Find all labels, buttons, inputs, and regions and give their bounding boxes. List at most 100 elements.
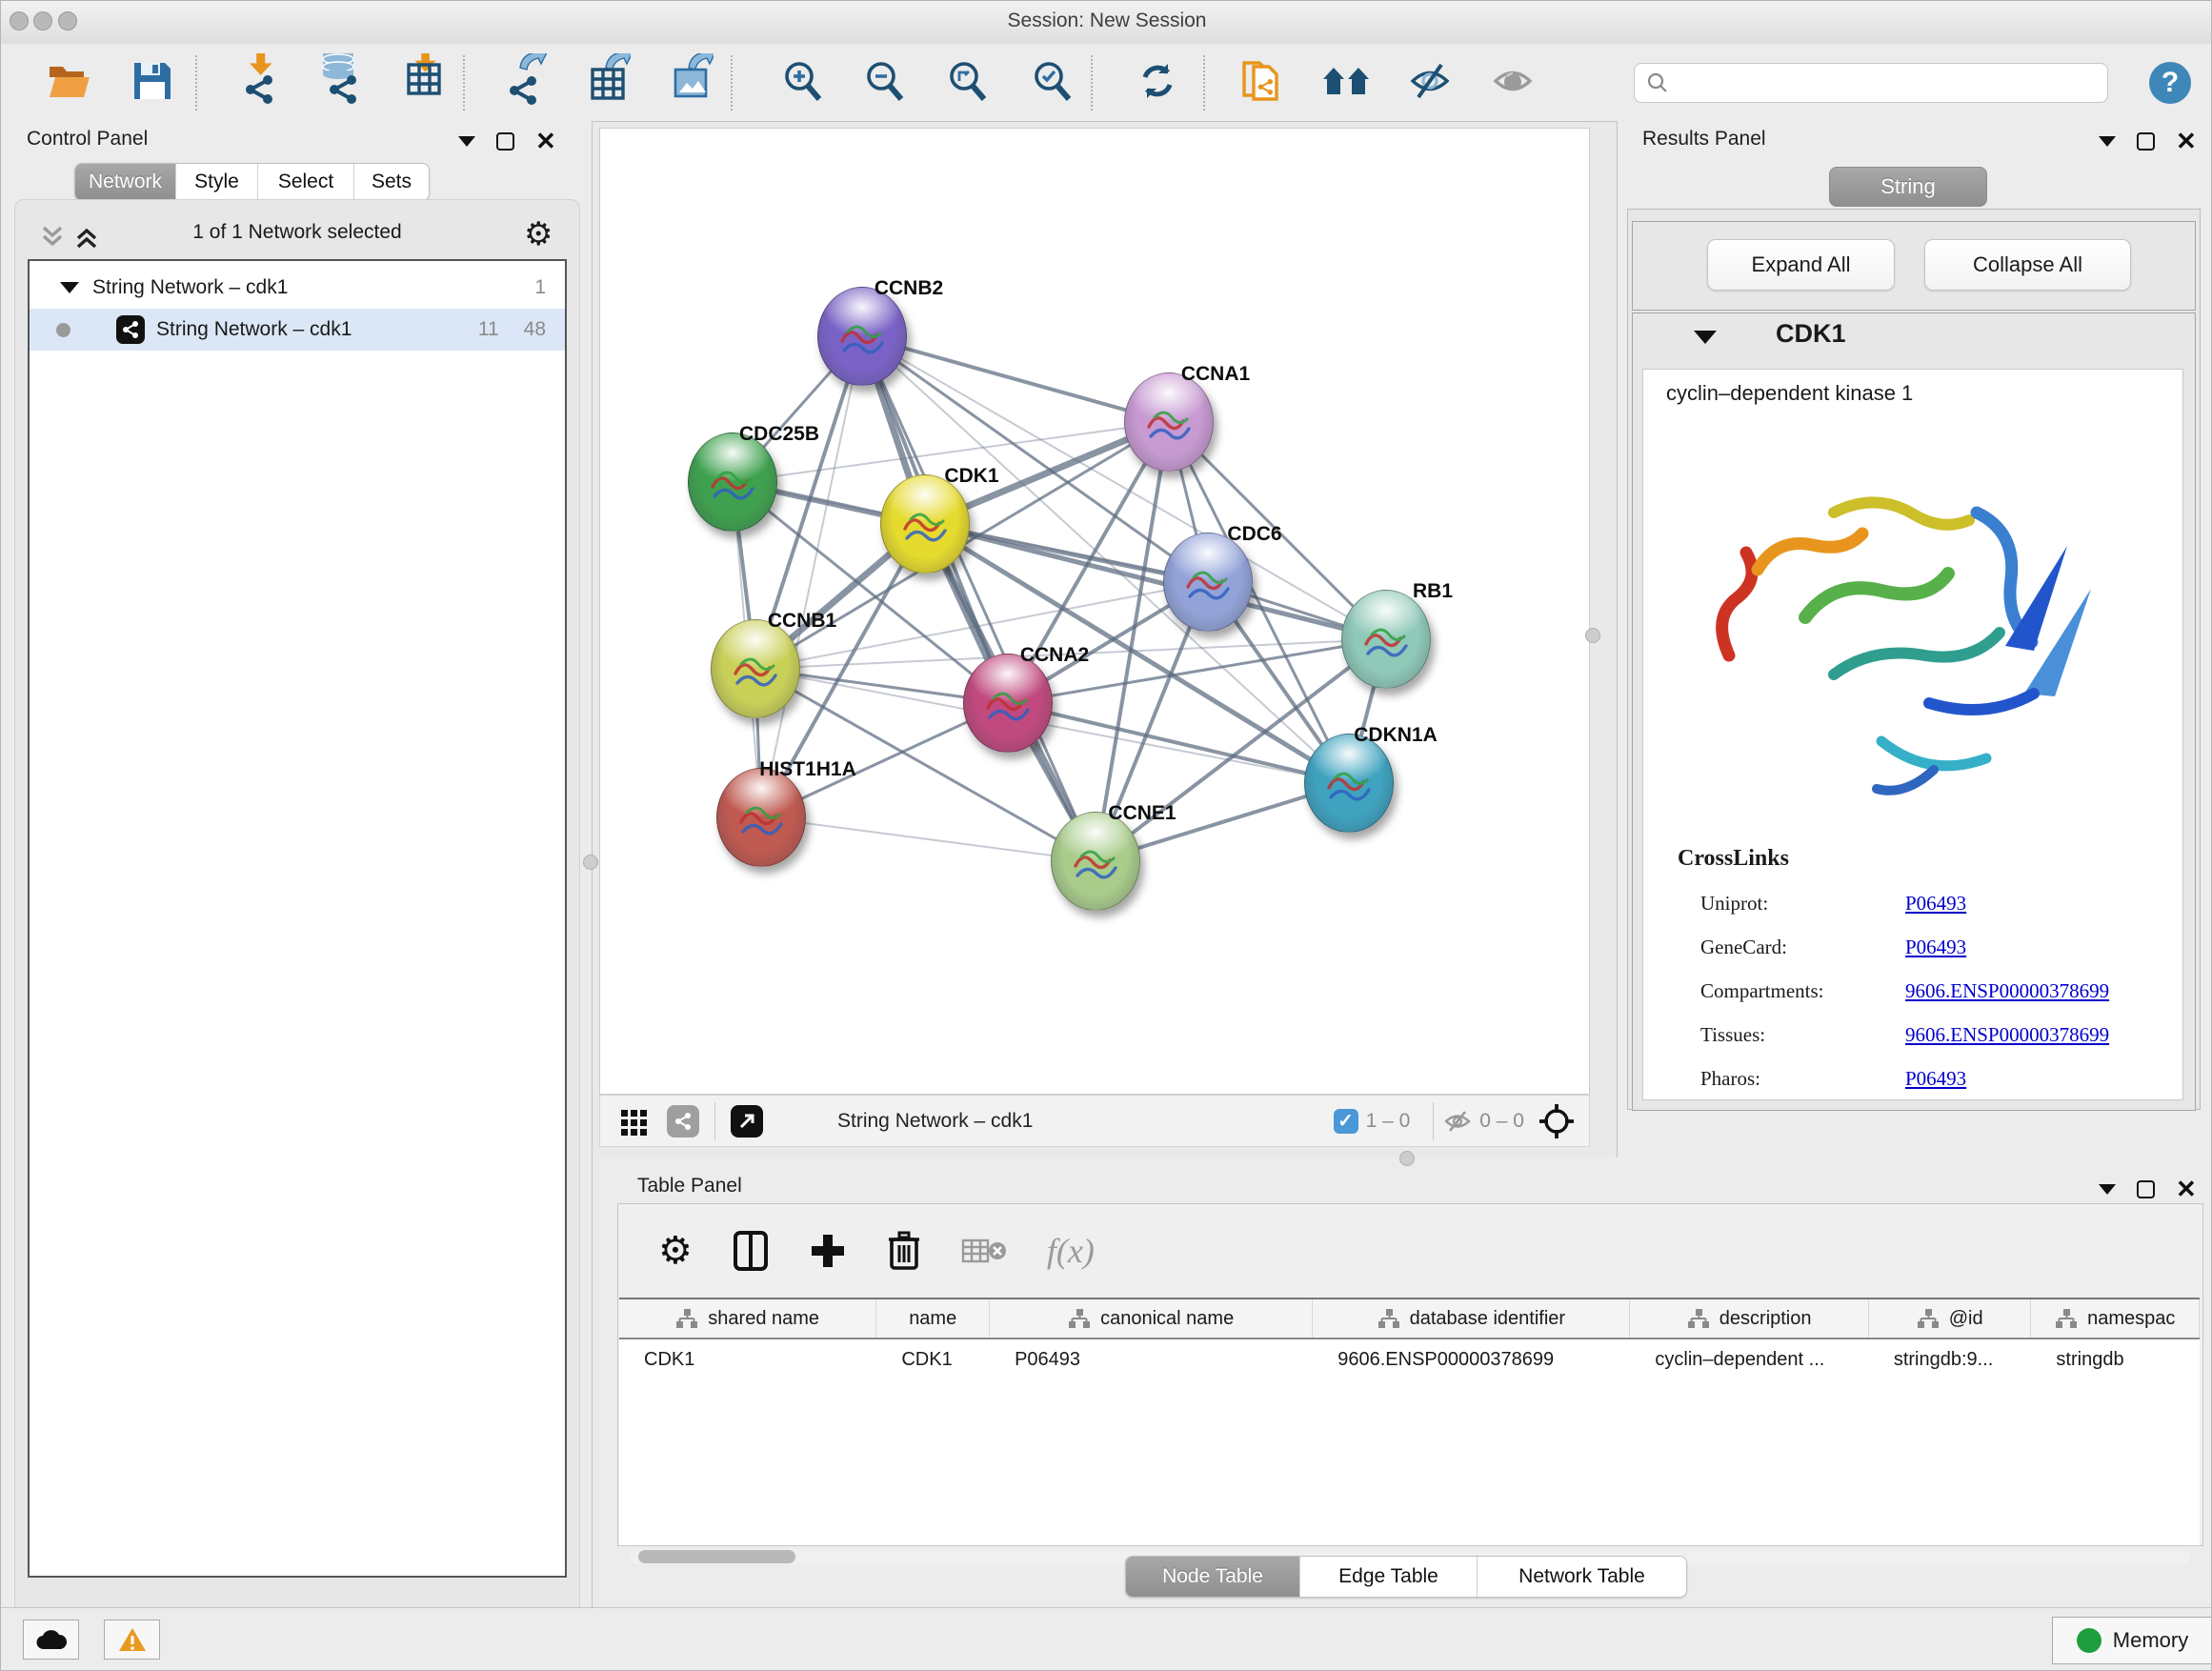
panel-menu-icon[interactable]: [2099, 136, 2116, 147]
tab-node-table[interactable]: Node Table: [1126, 1557, 1300, 1597]
zoom-selected-button[interactable]: [1028, 59, 1076, 107]
zoom-selected-icon: [1031, 60, 1073, 107]
search-input[interactable]: [1634, 63, 2108, 103]
table-cell[interactable]: CDK1: [619, 1339, 876, 1379]
zoom-in-button[interactable]: [778, 59, 826, 107]
clear-table-icon[interactable]: [961, 1235, 1007, 1267]
refresh-network-button[interactable]: [1134, 59, 1181, 107]
export-network-button[interactable]: [501, 59, 549, 107]
show-all-button[interactable]: [1489, 59, 1537, 107]
open-session-button[interactable]: [45, 59, 92, 107]
column-header-namespac[interactable]: namespac: [2031, 1299, 2200, 1338]
table-cell[interactable]: CDK1: [876, 1339, 990, 1379]
help-button[interactable]: ?: [2146, 59, 2194, 107]
network-canvas[interactable]: CCNB2 CCNA1 CDC25B CDK1 CDC6 RB1: [599, 128, 1590, 1095]
network-from-selection-button[interactable]: [1237, 59, 1285, 107]
node-CCNA2[interactable]: [963, 654, 1053, 753]
table-row[interactable]: CDK1CDK1P064939606.ENSP00000378699cyclin…: [619, 1339, 2200, 1379]
column-header-description[interactable]: description: [1630, 1299, 1868, 1338]
birds-eye-view-icon[interactable]: [731, 1105, 763, 1137]
node-CCNB1[interactable]: [711, 619, 800, 718]
crosslink-value-link[interactable]: 9606.ENSP00000378699: [1905, 1023, 2109, 1046]
collapse-all-button[interactable]: Collapse All: [1924, 239, 2131, 291]
edge-CCNB2-CCNE1[interactable]: [862, 336, 1096, 861]
column-header-name[interactable]: name: [876, 1299, 990, 1338]
edge-CDK1-RB1[interactable]: [925, 524, 1386, 639]
close-panel-icon[interactable]: ✕: [535, 132, 556, 151]
import-network-file-button[interactable]: [236, 59, 284, 107]
close-panel-icon[interactable]: ✕: [2176, 132, 2197, 151]
node-HIST1H1A[interactable]: [716, 768, 806, 867]
first-neighbors-button[interactable]: [1322, 59, 1370, 107]
bottom-splitter-handle[interactable]: [1399, 1151, 1415, 1166]
tab-edge-table[interactable]: Edge Table: [1300, 1557, 1478, 1597]
close-panel-icon[interactable]: ✕: [2176, 1180, 2197, 1198]
table-settings-gear-icon[interactable]: ⚙: [658, 1229, 693, 1273]
crosslink-value-link[interactable]: P06493: [1905, 892, 1966, 915]
node-CDC6[interactable]: [1163, 533, 1253, 632]
node-CDC25B[interactable]: [688, 433, 777, 532]
grid-view-icon[interactable]: [619, 1106, 650, 1137]
cloud-button[interactable]: [23, 1620, 79, 1660]
network-tab-panel: 1 of 1 Network selected ⚙ String Network…: [14, 199, 580, 1671]
network-options-gear-icon[interactable]: ⚙: [524, 215, 553, 253]
network-from-selection-icon: [1240, 57, 1282, 110]
float-panel-icon[interactable]: [2137, 1180, 2155, 1198]
delete-column-icon[interactable]: [887, 1230, 921, 1272]
tab-select[interactable]: Select: [258, 164, 354, 200]
add-column-icon[interactable]: [809, 1232, 847, 1270]
node-CCNB2[interactable]: [817, 287, 907, 386]
save-session-button[interactable]: [129, 59, 176, 107]
table-cell[interactable]: P06493: [990, 1339, 1313, 1379]
zoom-out-button[interactable]: [860, 59, 908, 107]
export-table-button[interactable]: [585, 59, 633, 107]
edge-CCNB2-HIST1H1A[interactable]: [761, 336, 862, 817]
node-CDK1[interactable]: [880, 474, 970, 574]
network-view-icon[interactable]: [667, 1105, 699, 1137]
table-cell[interactable]: stringdb: [2031, 1339, 2200, 1379]
column-header-database-identifier[interactable]: database identifier: [1313, 1299, 1630, 1338]
node-RB1[interactable]: [1341, 590, 1431, 689]
table-cell[interactable]: stringdb:9...: [1869, 1339, 2032, 1379]
panel-menu-icon[interactable]: [2099, 1184, 2116, 1195]
crosslink-value-link[interactable]: P06493: [1905, 936, 1966, 958]
crosslink-value-link[interactable]: 9606.ENSP00000378699: [1905, 979, 2109, 1002]
float-panel-icon[interactable]: [2137, 132, 2155, 151]
zoom-fit-content-button[interactable]: [943, 59, 991, 107]
network-row-selected[interactable]: String Network – cdk1 11 48: [30, 309, 565, 351]
import-table-file-button[interactable]: [401, 59, 449, 107]
crosshair-icon[interactable]: [1538, 1102, 1576, 1140]
selected-count-checkbox-icon[interactable]: ✓: [1334, 1109, 1358, 1134]
column-header--id[interactable]: @id: [1869, 1299, 2032, 1338]
float-panel-icon[interactable]: [496, 132, 514, 151]
node-CDKN1A[interactable]: [1304, 734, 1394, 833]
tab-network[interactable]: Network: [75, 164, 176, 200]
network-collection-row[interactable]: String Network – cdk1 1: [30, 267, 565, 309]
tab-string[interactable]: String: [1829, 167, 1987, 207]
column-header-shared-name[interactable]: shared name: [619, 1299, 876, 1338]
edge-CCNA2-CDKN1A[interactable]: [1008, 703, 1349, 783]
function-builder-icon[interactable]: f(x): [1047, 1231, 1095, 1271]
import-network-database-button[interactable]: [316, 59, 364, 107]
column-header-canonical-name[interactable]: canonical name: [990, 1299, 1313, 1338]
manage-columns-icon[interactable]: [733, 1230, 769, 1272]
expand-all-button[interactable]: Expand All: [1707, 239, 1895, 291]
left-splitter-handle[interactable]: [583, 855, 598, 870]
edge-HIST1H1A-CCNE1[interactable]: [761, 817, 1096, 861]
node-CCNE1[interactable]: [1051, 812, 1140, 911]
warnings-button[interactable]: [104, 1620, 160, 1660]
crosslink-value-link[interactable]: P06493: [1905, 1067, 1966, 1090]
panel-menu-icon[interactable]: [458, 136, 475, 147]
collection-expand-icon[interactable]: [60, 282, 79, 293]
tab-sets[interactable]: Sets: [354, 164, 429, 200]
tab-network-table[interactable]: Network Table: [1478, 1557, 1686, 1597]
hide-selected-button[interactable]: [1406, 59, 1454, 107]
table-cell[interactable]: cyclin–dependent ...: [1630, 1339, 1868, 1379]
right-splitter-handle[interactable]: [1585, 628, 1600, 643]
node-CCNA1[interactable]: [1124, 372, 1214, 472]
tab-style[interactable]: Style: [176, 164, 258, 200]
section-collapse-icon[interactable]: [1694, 331, 1717, 344]
export-image-button[interactable]: [668, 59, 715, 107]
table-cell[interactable]: 9606.ENSP00000378699: [1313, 1339, 1630, 1379]
memory-button[interactable]: Memory: [2052, 1617, 2212, 1664]
